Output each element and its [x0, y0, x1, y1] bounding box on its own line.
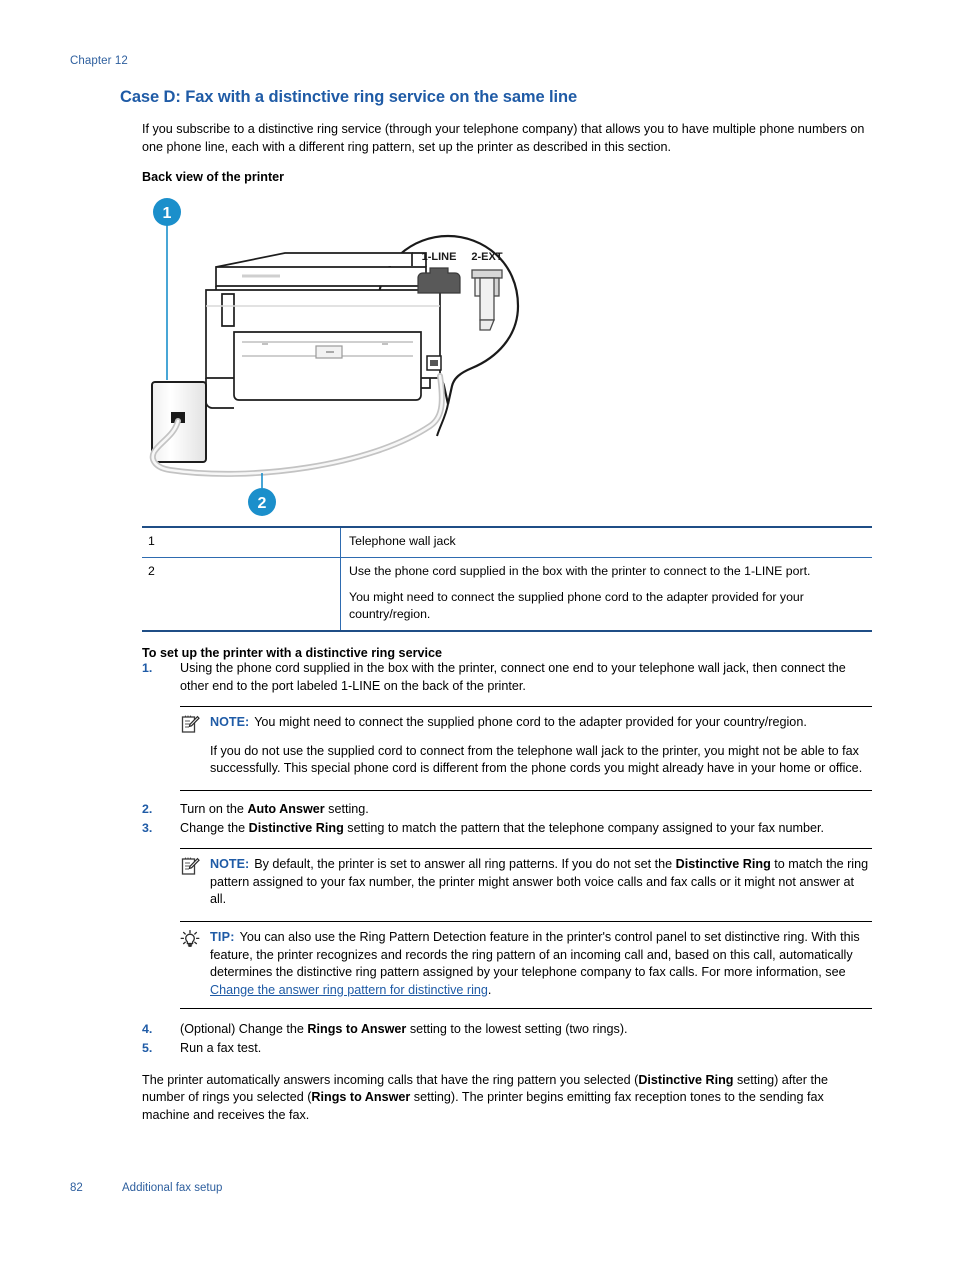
closing-bold-1: Distinctive Ring [638, 1072, 734, 1087]
note-callout-1: NOTE: You might need to connect the suppl… [180, 706, 872, 778]
step-marker: 1. [142, 661, 153, 675]
chapter-header: Chapter 12 [70, 55, 128, 67]
note-label: NOTE: [210, 715, 250, 730]
step-text: (Optional) Change the Rings to Answer se… [180, 1021, 872, 1039]
printer-body [205, 252, 442, 409]
step-text-pre: Turn on the [180, 801, 248, 816]
step-text-pre: Change the [180, 820, 249, 835]
printer-diagram: 1-LINE 2-EXT 1 2 [130, 190, 850, 520]
cross-reference-link[interactable]: Change the answer ring pattern for disti… [210, 983, 488, 997]
page-number: 82 [70, 1182, 83, 1194]
note-text-pre: By default, the printer is set to answer… [254, 857, 676, 872]
callout-1-number: 1 [163, 205, 172, 222]
legend-number: 2 [142, 557, 341, 632]
step-marker: 3. [142, 820, 153, 835]
step-marker: 5. [142, 1040, 153, 1055]
step-1: 1. Using the phone cord supplied in the … [142, 660, 872, 695]
step-2: 2. Turn on the Auto Answer setting. [142, 801, 872, 819]
page-title: Case D: Fax with a distinctive ring serv… [120, 88, 578, 106]
step-text: Using the phone cord supplied in the box… [180, 661, 846, 693]
legend-description: Telephone wall jack [340, 526, 872, 558]
lightbulb-icon [180, 929, 202, 950]
step-marker: 4. [142, 1022, 153, 1037]
closing-bold-2: Rings to Answer [311, 1090, 411, 1105]
step-text: Turn on the Auto Answer setting. [180, 801, 872, 819]
procedure-heading: To set up the printer with a distinctive… [142, 646, 442, 660]
step-5: 5. Run a fax test. [142, 1040, 872, 1058]
note-label: NOTE: [210, 857, 250, 872]
figure-caption: Back view of the printer [142, 170, 285, 184]
step-text: Run a fax test. [180, 1040, 262, 1055]
step-3: 3. Change the Distinctive Ring setting t… [142, 820, 872, 838]
step-text-post: setting. [324, 801, 369, 816]
legend-line: Use the phone cord supplied in the box w… [349, 564, 811, 578]
port-label-2-ext: 2-EXT [471, 251, 502, 263]
note-icon [180, 715, 202, 735]
note-icon [180, 857, 202, 877]
note-text-bold: Distinctive Ring [675, 857, 771, 872]
tip-text-post: . [487, 982, 492, 997]
page-content: Case D: Fax with a distinctive ring serv… [120, 88, 872, 1124]
callout-2-number: 2 [258, 495, 267, 512]
tip-text-pre: You can also use the Ring Pattern Detect… [210, 929, 860, 980]
step-text-bold: Distinctive Ring [248, 820, 344, 835]
note-callout-2: NOTE: By default, the printer is set to a… [180, 848, 872, 909]
step-text-bold: Rings to Answer [307, 1022, 407, 1037]
tip-label: TIP: [210, 929, 235, 944]
port-label-1-line: 1-LINE [422, 251, 457, 263]
table-row: 2 Use the phone cord supplied in the box… [142, 557, 872, 632]
legend-number: 1 [142, 526, 341, 558]
legend-line: Telephone wall jack [349, 534, 456, 548]
step-marker: 2. [142, 801, 153, 816]
closing-pre: The printer automatically answers incomi… [142, 1072, 639, 1087]
page-footer: 82 Additional fax setup [70, 1182, 222, 1194]
closing-paragraph: The printer automatically answers incomi… [142, 1072, 864, 1125]
step-text-post: setting to match the pattern that the te… [343, 820, 825, 835]
step-text-pre: (Optional) Change the [180, 1022, 308, 1037]
step-text-post: setting to the lowest setting (two rings… [406, 1022, 628, 1037]
note-bottom-rule [180, 789, 872, 791]
tip-callout: TIP: You can also use the Ring Pattern De… [180, 920, 872, 1010]
legend-line: You might need to connect the supplied p… [349, 590, 804, 621]
step-text-bold: Auto Answer [247, 801, 325, 816]
legend-description: Use the phone cord supplied in the box w… [340, 557, 872, 632]
procedure-steps: 1. Using the phone cord supplied in the … [142, 660, 872, 1058]
legend-table: 1 Telephone wall jack 2 Use the phone co… [142, 526, 872, 632]
note-extra-paragraph: If you do not use the supplied cord to c… [210, 743, 863, 776]
footer-section: Additional fax setup [122, 1182, 223, 1194]
note-text: You might need to connect the supplied p… [254, 715, 807, 730]
document-page: Chapter 12 Case D: Fax with a distinctiv… [0, 0, 954, 1270]
table-row: 1 Telephone wall jack [142, 526, 872, 558]
step-text: Change the Distinctive Ring setting to m… [180, 820, 872, 838]
intro-paragraph: If you subscribe to a distinctive ring s… [142, 122, 865, 154]
step-4: 4. (Optional) Change the Rings to Answer… [142, 1021, 872, 1039]
